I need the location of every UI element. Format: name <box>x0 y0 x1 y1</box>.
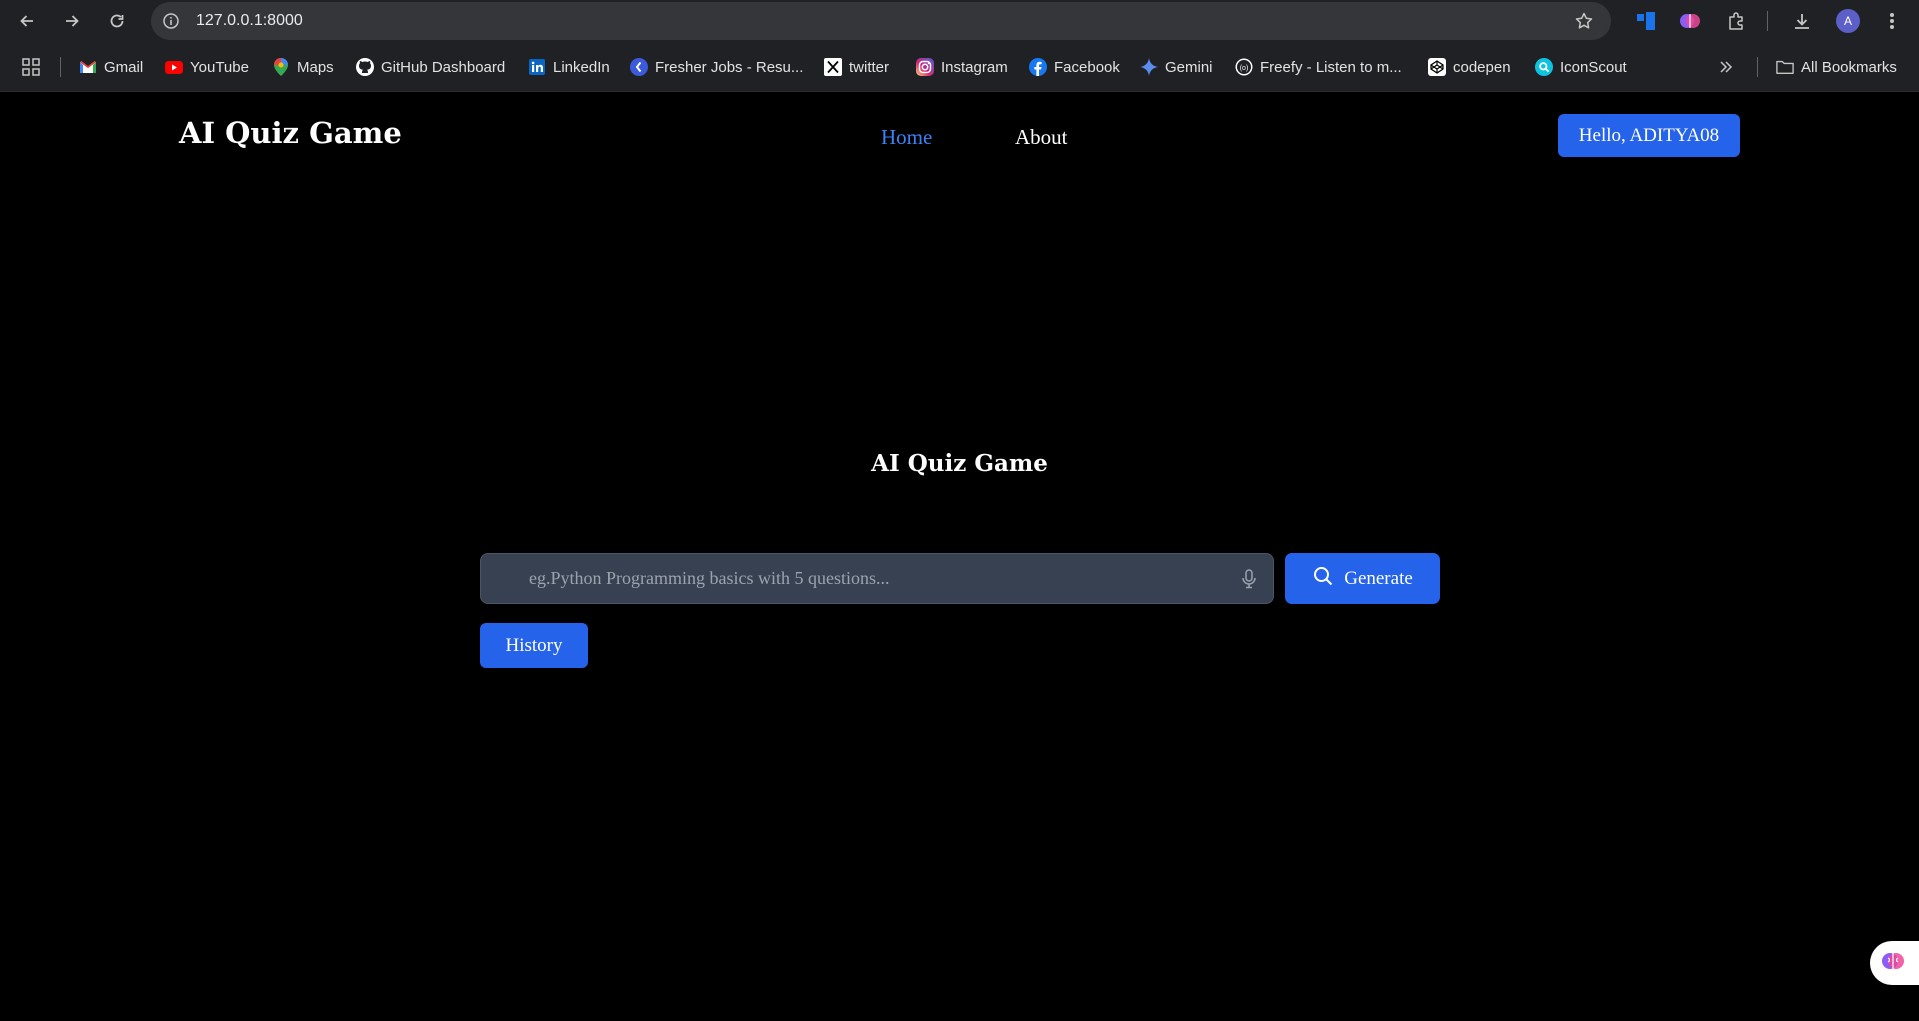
more-bookmarks-chevron-icon[interactable] <box>1718 56 1734 78</box>
bookmark-label: Maps <box>297 58 334 76</box>
bookmark-label: YouTube <box>190 58 249 76</box>
bookmark-youtube[interactable]: YouTube <box>165 56 249 78</box>
bookmarks-bar: Gmail YouTube Maps GitHub Dashboard Link… <box>0 42 1919 92</box>
nav-about-link[interactable]: About <box>1015 125 1068 150</box>
bookmark-label: Freefy - Listen to m... <box>1260 58 1402 76</box>
bookmark-star-icon[interactable] <box>1573 10 1595 32</box>
facebook-icon <box>1029 58 1047 76</box>
microphone-icon[interactable] <box>1239 568 1259 590</box>
bookmark-linkedin[interactable]: LinkedIn <box>528 56 610 78</box>
gemini-icon <box>1140 58 1158 76</box>
browser-menu-icon[interactable] <box>1880 9 1904 33</box>
generate-button[interactable]: Generate <box>1285 553 1440 604</box>
bookmark-label: twitter <box>849 58 890 76</box>
bookmark-label: IconScout <box>1560 58 1627 76</box>
tab-manager-extension-icon[interactable] <box>1634 9 1658 33</box>
profile-avatar[interactable]: A <box>1836 9 1860 33</box>
address-bar[interactable]: 127.0.0.1:8000 <box>151 2 1611 40</box>
extensions-puzzle-icon[interactable] <box>1724 9 1748 33</box>
bookmarks-divider <box>60 57 61 77</box>
maps-icon <box>272 58 290 76</box>
linkedin-icon <box>528 58 546 76</box>
user-greeting-button[interactable]: Hello, ADITYA08 <box>1558 114 1740 157</box>
topic-input[interactable] <box>529 554 1209 603</box>
all-bookmarks-folder[interactable]: All Bookmarks <box>1776 56 1897 78</box>
instagram-icon <box>916 58 934 76</box>
svg-text:(o): (o) <box>1240 65 1249 72</box>
bookmark-label: Facebook <box>1054 58 1120 76</box>
forward-icon[interactable] <box>56 5 88 37</box>
nav-home-link[interactable]: Home <box>881 125 932 150</box>
floating-extension-widget[interactable] <box>1870 941 1919 985</box>
browser-toolbar: 127.0.0.1:8000 A <box>0 0 1919 42</box>
bookmark-fresher-jobs[interactable]: Fresher Jobs - Resu... <box>630 56 803 78</box>
all-bookmarks-label: All Bookmarks <box>1801 58 1897 76</box>
bookmark-label: Gemini <box>1165 58 1213 76</box>
bookmark-github[interactable]: GitHub Dashboard <box>356 56 505 78</box>
gmail-icon <box>79 58 97 76</box>
reload-icon[interactable] <box>101 5 133 37</box>
x-icon <box>824 58 842 76</box>
fresher-jobs-icon <box>630 58 648 76</box>
site-logo[interactable]: AI Quiz Game <box>179 116 402 150</box>
bookmark-codepen[interactable]: codepen <box>1428 56 1511 78</box>
bookmark-label: LinkedIn <box>553 58 610 76</box>
freefy-icon: (o) <box>1235 58 1253 76</box>
page-title: AI Quiz Game <box>871 450 1048 477</box>
github-icon <box>356 58 374 76</box>
bookmark-gemini[interactable]: Gemini <box>1140 56 1213 78</box>
bookmark-gmail[interactable]: Gmail <box>79 56 143 78</box>
bookmark-label: Fresher Jobs - Resu... <box>655 58 804 76</box>
iconscout-icon <box>1535 58 1553 76</box>
bookmark-maps[interactable]: Maps <box>272 56 334 78</box>
youtube-icon <box>165 58 183 76</box>
bookmark-label: Gmail <box>104 58 144 76</box>
bookmark-facebook[interactable]: Facebook <box>1029 56 1120 78</box>
bookmark-iconscout[interactable]: IconScout <box>1535 56 1627 78</box>
brain-extension-icon[interactable] <box>1678 9 1702 33</box>
topic-search-box <box>480 553 1274 604</box>
apps-grid-icon[interactable] <box>22 56 40 78</box>
bookmark-freefy[interactable]: (o) Freefy - Listen to m... <box>1235 56 1402 78</box>
toolbar-divider <box>1767 11 1768 31</box>
folder-icon <box>1776 58 1794 76</box>
bookmark-label: GitHub Dashboard <box>381 58 506 76</box>
bookmark-label: Instagram <box>941 58 1008 76</box>
search-icon <box>1312 565 1334 593</box>
url-text: 127.0.0.1:8000 <box>196 12 303 29</box>
generate-label: Generate <box>1344 567 1413 589</box>
back-icon[interactable] <box>11 5 43 37</box>
codepen-icon <box>1428 58 1446 76</box>
downloads-icon[interactable] <box>1790 9 1814 33</box>
brain-icon <box>1880 948 1906 979</box>
page-content: AI Quiz Game Home About Hello, ADITYA08 … <box>0 92 1919 1021</box>
bookmarks-divider <box>1757 57 1758 77</box>
bookmark-instagram[interactable]: Instagram <box>916 56 1008 78</box>
bookmark-twitter[interactable]: twitter <box>824 56 889 78</box>
history-button[interactable]: History <box>480 623 588 668</box>
site-info-icon[interactable] <box>161 11 181 31</box>
bookmark-label: codepen <box>1453 58 1511 76</box>
